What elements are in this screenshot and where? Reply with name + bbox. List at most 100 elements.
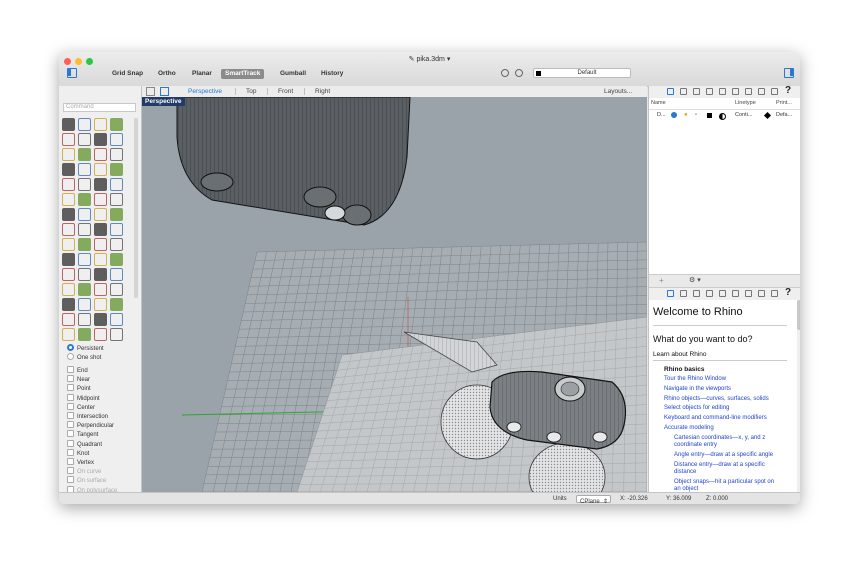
tool-icon[interactable]: [62, 313, 75, 326]
panel-tab-icon[interactable]: [706, 290, 713, 297]
panel-tab-icon[interactable]: [680, 88, 687, 95]
tool-icon[interactable]: [78, 148, 91, 161]
tool-icon[interactable]: [62, 253, 75, 266]
toolbar-planar-button[interactable]: Planar: [188, 69, 216, 79]
tool-icon[interactable]: [110, 238, 123, 251]
tool-icon[interactable]: [110, 118, 123, 131]
help-link[interactable]: Rhino objects—curves, surfaces, solids: [664, 396, 769, 403]
toolbar-history-button[interactable]: History: [317, 69, 347, 79]
toolbar-grid-snap-button[interactable]: Grid Snap: [108, 69, 147, 79]
tool-icon[interactable]: [78, 328, 91, 341]
tool-icon[interactable]: [94, 253, 107, 266]
tool-icon[interactable]: [110, 163, 123, 176]
help-icon[interactable]: ?: [785, 287, 791, 298]
help-link[interactable]: Accurate modeling: [664, 425, 714, 432]
tool-icon[interactable]: [78, 163, 91, 176]
tool-icon[interactable]: [62, 208, 75, 221]
tool-icon[interactable]: [110, 178, 123, 191]
panel-tab-icon[interactable]: [732, 290, 739, 297]
record-history-icon[interactable]: [501, 69, 509, 77]
tool-icon[interactable]: [110, 223, 123, 236]
toolbar-gumball-button[interactable]: Gumball: [276, 69, 310, 79]
tool-icon[interactable]: [94, 178, 107, 191]
tool-icon[interactable]: [78, 253, 91, 266]
layers-header-name[interactable]: Name: [651, 100, 666, 106]
four-view-icon[interactable]: [146, 87, 155, 96]
panel-tab-icon[interactable]: [771, 88, 778, 95]
add-layer-icon[interactable]: +: [659, 276, 664, 285]
panel-tab-icon[interactable]: [745, 290, 752, 297]
tool-icon[interactable]: [62, 178, 75, 191]
panel-tab-icon[interactable]: [680, 290, 687, 297]
tool-icon[interactable]: [110, 298, 123, 311]
command-input[interactable]: Command: [63, 103, 136, 112]
tool-icon[interactable]: [110, 328, 123, 341]
help-link[interactable]: Navigate in the viewports: [664, 386, 731, 393]
panel-tab-icon[interactable]: [758, 290, 765, 297]
tool-icon[interactable]: [94, 283, 107, 296]
cplane-select[interactable]: CPlane ⇕: [576, 495, 611, 504]
viewport-label[interactable]: Perspective: [142, 97, 185, 106]
tool-palette-scrollbar[interactable]: [134, 118, 138, 298]
help-sublink[interactable]: Distance entry—draw at a specific distanc…: [674, 462, 792, 476]
perspective-viewport[interactable]: Perspective: [142, 97, 647, 492]
tool-icon[interactable]: [94, 268, 107, 281]
panel-tab-icon[interactable]: [667, 88, 674, 95]
current-layer-icon[interactable]: [671, 112, 677, 118]
tab-front[interactable]: Front: [278, 86, 293, 97]
tool-icon[interactable]: [62, 268, 75, 281]
toolbar-ortho-button[interactable]: Ortho: [154, 69, 180, 79]
panel-tab-icon[interactable]: [719, 290, 726, 297]
gear-icon[interactable]: ⚙ ▾: [689, 276, 701, 284]
tool-icon[interactable]: [62, 148, 75, 161]
help-sublink[interactable]: Object snaps—hit a particular spot on an …: [674, 479, 792, 492]
tool-icon[interactable]: [110, 193, 123, 206]
layers-header-linetype[interactable]: Linetype: [735, 100, 756, 106]
tool-icon[interactable]: [94, 223, 107, 236]
single-view-icon[interactable]: [160, 87, 169, 96]
tool-icon[interactable]: [94, 118, 107, 131]
tool-icon[interactable]: [62, 133, 75, 146]
help-link[interactable]: Keyboard and command-line modifiers: [664, 415, 767, 422]
tab-perspective[interactable]: Perspective: [188, 86, 222, 97]
toggle-right-sidebar-icon[interactable]: [784, 68, 794, 78]
tool-icon[interactable]: [78, 118, 91, 131]
tool-icon[interactable]: [94, 133, 107, 146]
tool-icon[interactable]: [110, 283, 123, 296]
tool-icon[interactable]: [78, 298, 91, 311]
tool-icon[interactable]: [78, 268, 91, 281]
tool-icon[interactable]: [62, 283, 75, 296]
tool-icon[interactable]: [78, 223, 91, 236]
tool-icon[interactable]: [78, 133, 91, 146]
panel-tab-icon[interactable]: [719, 88, 726, 95]
help-scrollbar[interactable]: [797, 300, 800, 330]
tool-icon[interactable]: [78, 313, 91, 326]
toolbar-smarttrack-button[interactable]: SmartTrack: [221, 69, 265, 79]
panel-tab-icon[interactable]: [771, 290, 778, 297]
tool-icon[interactable]: [62, 163, 75, 176]
tool-icon[interactable]: [110, 253, 123, 266]
tool-icon[interactable]: [62, 223, 75, 236]
tool-icon[interactable]: [110, 208, 123, 221]
lock-icon[interactable]: ▫: [695, 111, 697, 120]
material-icon[interactable]: [719, 113, 726, 120]
panel-tab-icon[interactable]: [706, 88, 713, 95]
tool-icon[interactable]: [94, 208, 107, 221]
layer-color-icon[interactable]: [707, 113, 712, 118]
help-sublink[interactable]: Cartesian coordinates—x, y, and z coordin…: [674, 435, 792, 449]
lightbulb-icon[interactable]: ●: [684, 111, 688, 120]
tool-icon[interactable]: [62, 118, 75, 131]
tool-icon[interactable]: [94, 148, 107, 161]
tool-icon[interactable]: [94, 298, 107, 311]
tool-icon[interactable]: [94, 328, 107, 341]
panel-tab-icon[interactable]: [667, 290, 674, 297]
tool-icon[interactable]: [78, 208, 91, 221]
panel-tab-icon[interactable]: [693, 88, 700, 95]
tool-icon[interactable]: [94, 163, 107, 176]
tab-top[interactable]: Top: [246, 86, 256, 97]
layouts-button[interactable]: Layouts...: [604, 86, 632, 97]
panel-tab-icon[interactable]: [693, 290, 700, 297]
tool-icon[interactable]: [110, 133, 123, 146]
tool-icon[interactable]: [62, 328, 75, 341]
tool-icon[interactable]: [78, 193, 91, 206]
